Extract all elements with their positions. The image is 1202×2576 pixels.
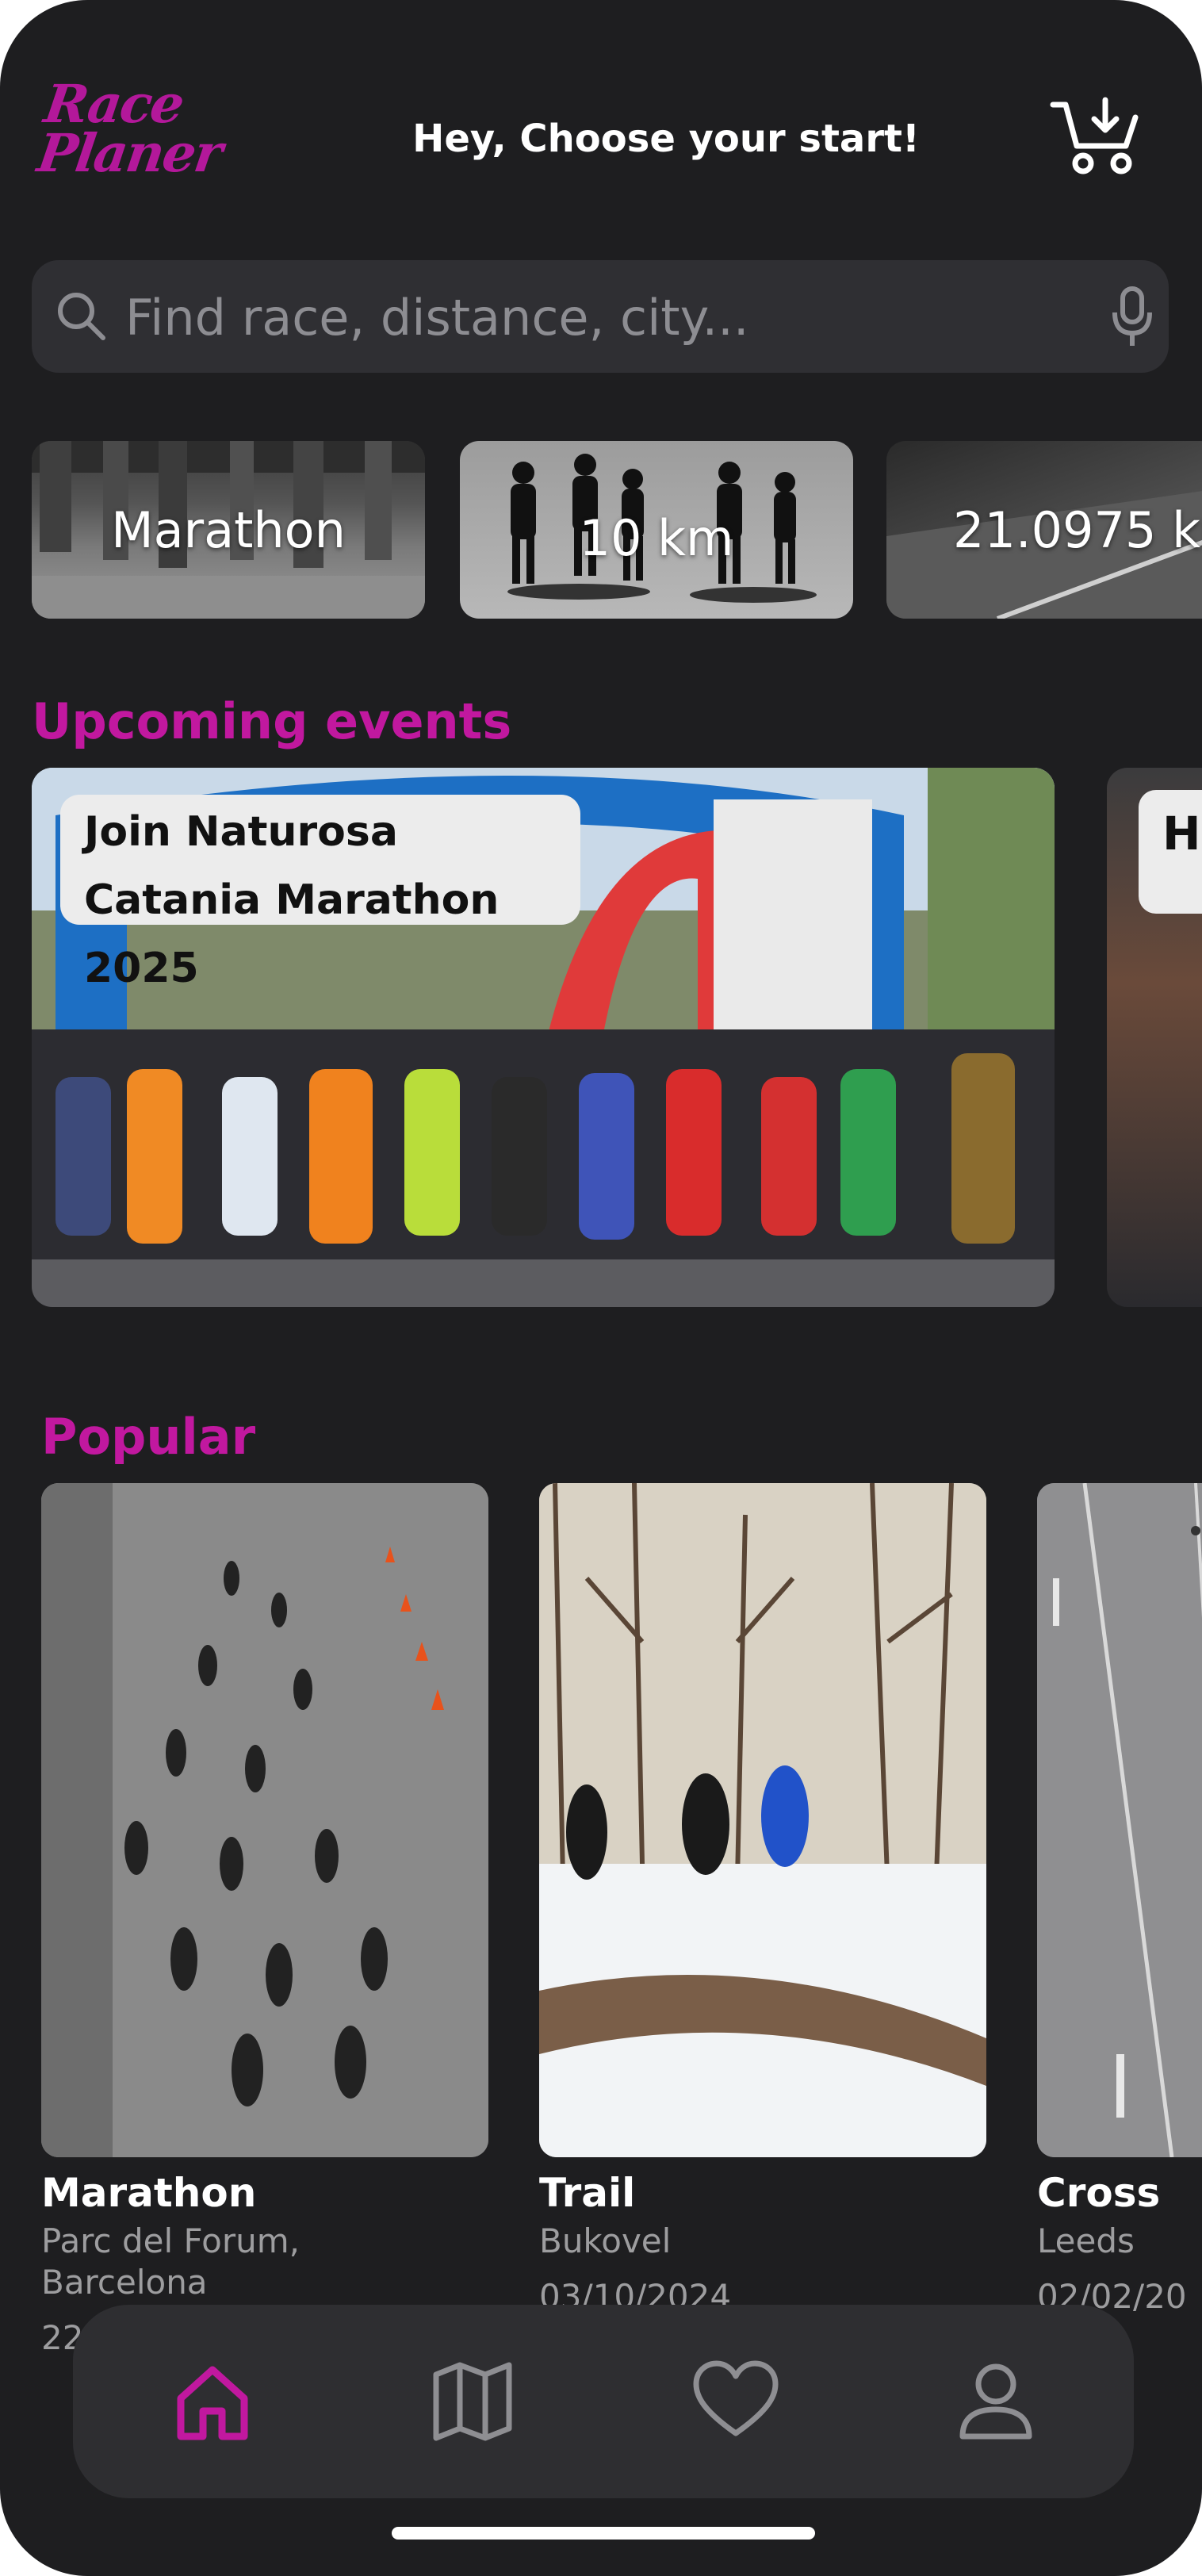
event-title: H [1139,790,1202,914]
section-title-popular: Popular [41,1408,256,1466]
category-card-marathon[interactable]: Marathon [32,441,425,619]
nav-profile[interactable] [948,2354,1043,2449]
popular-card-location: Bukovel [539,2221,672,2260]
popular-card-title: Trail [539,2170,636,2216]
search-icon [58,293,105,340]
cart-button[interactable] [1048,97,1143,176]
profile-icon [959,2363,1032,2440]
home-indicator[interactable] [392,2527,815,2540]
road-race-photo [1037,1483,1202,2157]
popular-card-marathon[interactable] [41,1483,488,2157]
bottom-nav [73,2305,1134,2498]
event-card[interactable]: H [1107,768,1202,1307]
cart-icon [1050,97,1139,174]
category-label: 10 km [579,508,734,567]
app-screen: Race Planer Hey, Choose your start! Find… [0,0,1202,2576]
popular-card-trail[interactable] [539,1483,986,2157]
street-race-photo [41,1483,488,2157]
section-title-upcoming: Upcoming events [32,692,512,750]
logo-line-2: Planer [33,122,225,184]
winter-trail-photo [539,1483,986,2157]
event-card[interactable]: Join Naturosa Catania Marathon 2025 [32,768,1055,1307]
category-label: Marathon [111,500,346,559]
search-input[interactable] [124,279,1047,355]
popular-card-title: Cross [1037,2170,1161,2216]
nav-map[interactable] [425,2354,520,2449]
category-label: 21.0975 km [953,500,1202,559]
category-card-half-marathon[interactable]: 21.0975 km [886,441,1202,619]
popular-card-cross[interactable] [1037,1483,1202,2157]
microphone-icon[interactable] [1110,286,1154,349]
map-icon [433,2362,512,2441]
popular-card-location: Parc del Forum, Barcelona [41,2221,300,2302]
popular-card-title: Marathon [41,2170,257,2216]
logo-line-1: Race [40,73,187,135]
category-card-10km[interactable]: 10 km [460,441,853,619]
search-bar[interactable] [32,260,1169,373]
popular-card-location: Leeds [1037,2221,1135,2260]
nav-favorites[interactable] [688,2354,783,2449]
greeting-text: Hey, Choose your start! [412,117,920,161]
heart-icon [693,2360,779,2436]
nav-home[interactable] [165,2354,260,2449]
event-title: Join Naturosa Catania Marathon 2025 [60,795,580,992]
home-icon [177,2366,248,2440]
app-logo: Race Planer [33,73,262,184]
